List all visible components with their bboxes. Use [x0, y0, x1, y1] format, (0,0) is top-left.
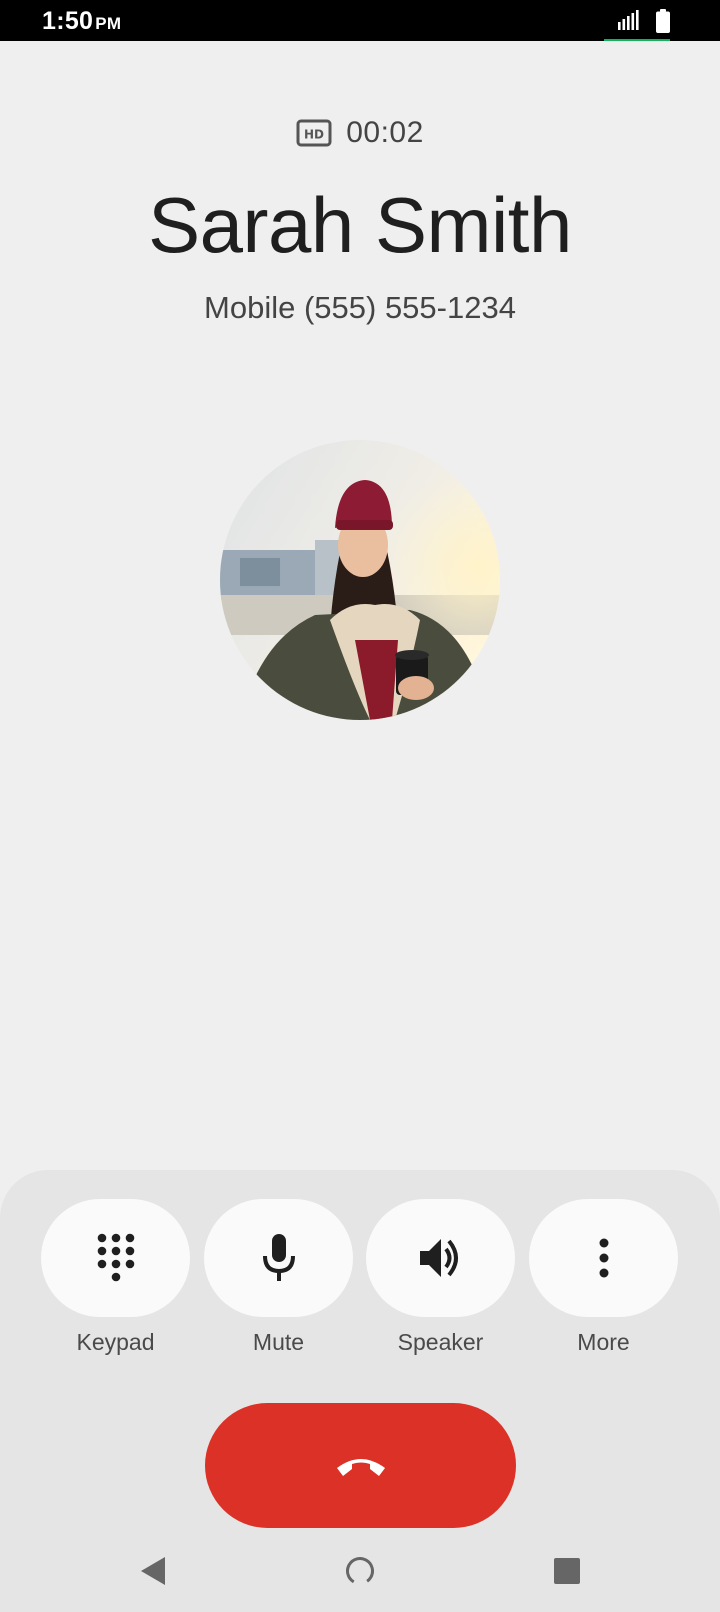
status-time: 1:50 PM — [42, 7, 121, 36]
call-meta: HD 00:02 — [0, 112, 720, 154]
status-time-value: 1:50 — [42, 7, 94, 35]
keypad-button[interactable] — [41, 1199, 190, 1317]
speaker-control: Speaker — [366, 1199, 515, 1356]
end-call-icon — [336, 1458, 385, 1476]
keypad-control: Keypad — [41, 1199, 190, 1356]
more-button[interactable] — [529, 1199, 678, 1317]
mute-control: Mute — [204, 1199, 353, 1356]
dialpad-icon — [97, 1233, 134, 1282]
status-bar: 1:50 PM — [0, 0, 720, 41]
home-icon[interactable] — [345, 1555, 375, 1587]
microphone-icon — [262, 1234, 295, 1281]
speaker-label: Speaker — [397, 1329, 484, 1355]
mute-button[interactable] — [204, 1199, 353, 1317]
back-icon[interactable] — [138, 1555, 168, 1587]
call-timer: 00:02 — [346, 116, 424, 149]
more-control: More — [529, 1199, 678, 1356]
hd-icon: HD — [296, 119, 332, 147]
caller-name: Sarah Smith — [148, 181, 572, 269]
more-label: More — [577, 1329, 630, 1355]
speaker-button[interactable] — [366, 1199, 515, 1317]
status-ampm: PM — [95, 14, 122, 33]
recents-icon[interactable] — [553, 1557, 581, 1585]
end-call-button[interactable] — [205, 1403, 516, 1528]
signal-icon — [618, 10, 639, 30]
speaker-icon — [419, 1239, 458, 1277]
more-vertical-icon — [599, 1238, 608, 1278]
caller-number: Mobile (555) 555-1234 — [204, 290, 516, 325]
hd-badge-text: HD — [304, 128, 324, 142]
battery-icon — [656, 9, 670, 33]
status-accent-line — [604, 39, 670, 41]
caller-avatar — [220, 440, 500, 720]
keypad-label: Keypad — [76, 1329, 155, 1355]
mute-label: Mute — [252, 1329, 305, 1355]
